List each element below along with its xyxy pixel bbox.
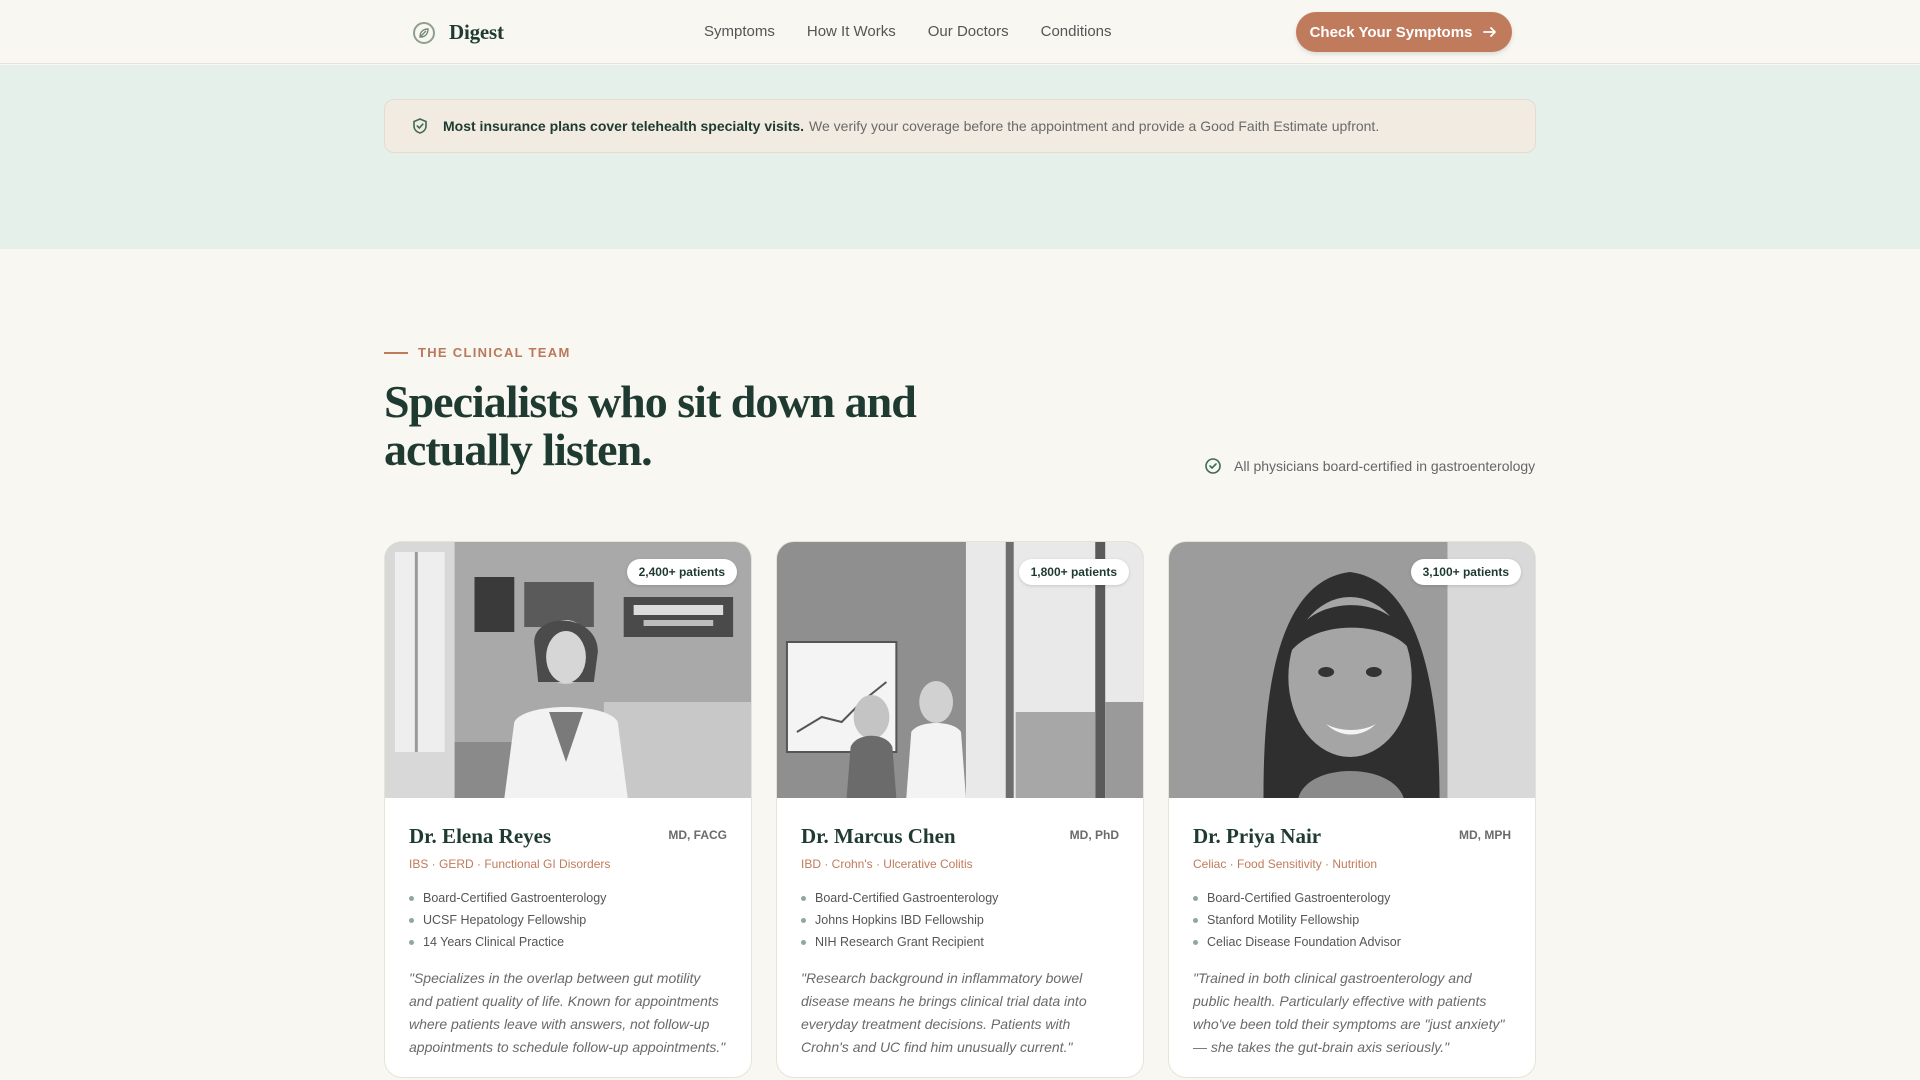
insurance-notice-text: We verify your coverage before the appoi… bbox=[809, 118, 1380, 134]
qualifications-list: Board-Certified Gastroenterology UCSF He… bbox=[409, 887, 727, 953]
bullet-dot bbox=[1193, 939, 1198, 945]
patients-badge: 2,400+ patients bbox=[626, 559, 737, 585]
qualification-text: Johns Hopkins IBD Fellowship bbox=[815, 913, 984, 927]
bullet-dot bbox=[1193, 917, 1198, 923]
qualification-text: Board-Certified Gastroenterology bbox=[815, 891, 999, 905]
eyebrow-text: THE CLINICAL TEAM bbox=[418, 345, 571, 360]
qualification-item: Celiac Disease Foundation Advisor bbox=[1193, 931, 1511, 953]
qualification-item: Stanford Motility Fellowship bbox=[1193, 909, 1511, 931]
doctor-credentials: MD, MPH bbox=[1459, 828, 1511, 842]
bullet-dot bbox=[801, 939, 806, 945]
check-symptoms-button[interactable]: Check Your Symptoms bbox=[1296, 12, 1512, 52]
nav-link-our-doctors[interactable]: Our Doctors bbox=[928, 23, 1009, 40]
doctor-quote: "Specializes in the overlap between gut … bbox=[409, 970, 726, 1055]
nav-link-conditions[interactable]: Conditions bbox=[1041, 23, 1112, 40]
nav-link-how-it-works[interactable]: How It Works bbox=[807, 23, 896, 40]
qualification-text: UCSF Hepatology Fellowship bbox=[423, 913, 587, 927]
doctor-credentials: MD, FACG bbox=[668, 828, 727, 842]
doctor-card[interactable]: 1,800+ patients Dr. Marcus Chen MD, PhD … bbox=[776, 541, 1144, 1078]
insurance-notice: Most insurance plans cover telehealth sp… bbox=[384, 99, 1536, 153]
check-symptoms-label: Check Your Symptoms bbox=[1309, 23, 1473, 41]
doctor-photo: 2,400+ patients bbox=[385, 542, 751, 798]
patients-badge: 3,100+ patients bbox=[1410, 559, 1521, 585]
qualifications-list: Board-Certified Gastroenterology Johns H… bbox=[801, 887, 1119, 953]
nav-link-symptoms[interactable]: Symptoms bbox=[704, 23, 775, 40]
board-certified-note: All physicians board-certified in gastro… bbox=[1204, 457, 1535, 475]
qualification-text: Celiac Disease Foundation Advisor bbox=[1207, 935, 1401, 949]
brand-logo-link[interactable]: Digest bbox=[413, 20, 504, 45]
qualification-item: UCSF Hepatology Fellowship bbox=[409, 909, 727, 931]
bullet-dot bbox=[1193, 895, 1198, 901]
qualification-text: Board-Certified Gastroenterology bbox=[423, 891, 607, 905]
doctor-card[interactable]: 2,400+ patients Dr. Elena Reyes MD, FACG… bbox=[384, 541, 752, 1078]
qualification-item: 14 Years Clinical Practice bbox=[409, 931, 727, 953]
insurance-notice-bold: Most insurance plans cover telehealth sp… bbox=[443, 118, 805, 134]
qualification-item: Board-Certified Gastroenterology bbox=[409, 887, 727, 909]
leaf-logo-icon bbox=[413, 21, 435, 44]
qualification-item: Board-Certified Gastroenterology bbox=[801, 887, 1119, 909]
doctor-quote: "Trained in both clinical gastroenterolo… bbox=[1193, 970, 1505, 1055]
section-eyebrow: THE CLINICAL TEAM bbox=[384, 345, 571, 360]
qualification-item: Johns Hopkins IBD Fellowship bbox=[801, 909, 1119, 931]
bullet-dot bbox=[409, 939, 414, 945]
doctor-quote: "Research background in inflammatory bow… bbox=[801, 970, 1087, 1055]
doctor-specialties: IBD · Crohn's · Ulcerative Colitis bbox=[801, 857, 973, 871]
qualification-text: NIH Research Grant Recipient bbox=[815, 935, 984, 949]
board-certified-text: All physicians board-certified in gastro… bbox=[1234, 458, 1536, 474]
nav-links: Symptoms How It Works Our Doctors Condit… bbox=[704, 23, 1112, 40]
qualification-text: 14 Years Clinical Practice bbox=[423, 935, 565, 949]
bullet-dot bbox=[801, 917, 806, 923]
doctor-specialties: Celiac · Food Sensitivity · Nutrition bbox=[1193, 857, 1378, 871]
doctor-card[interactable]: 3,100+ patients Dr. Priya Nair MD, MPH C… bbox=[1168, 541, 1536, 1078]
section-heading: Specialists who sit down and actually li… bbox=[384, 376, 917, 475]
bullet-dot bbox=[409, 895, 414, 901]
doctor-credentials: MD, PhD bbox=[1069, 828, 1119, 842]
eyebrow-line bbox=[384, 351, 408, 354]
qualification-text: Stanford Motility Fellowship bbox=[1207, 913, 1360, 927]
doctor-specialties: IBS · GERD · Functional GI Disorders bbox=[409, 857, 611, 871]
qualifications-list: Board-Certified Gastroenterology Stanfor… bbox=[1193, 887, 1511, 953]
qualification-item: NIH Research Grant Recipient bbox=[801, 931, 1119, 953]
qualification-item: Board-Certified Gastroenterology bbox=[1193, 887, 1511, 909]
doctor-photo: 1,800+ patients bbox=[777, 542, 1143, 798]
shield-check-icon bbox=[413, 118, 427, 134]
bullet-dot bbox=[409, 917, 414, 923]
qualification-text: Board-Certified Gastroenterology bbox=[1207, 891, 1391, 905]
doctor-photo: 3,100+ patients bbox=[1169, 542, 1535, 798]
arrow-right-icon bbox=[1483, 27, 1497, 37]
check-circle-icon bbox=[1205, 458, 1221, 474]
patients-badge: 1,800+ patients bbox=[1018, 559, 1129, 585]
bullet-dot bbox=[801, 895, 806, 901]
top-nav: Digest Symptoms How It Works Our Doctors… bbox=[0, 0, 1920, 64]
insurance-band bbox=[0, 65, 1920, 249]
brand-name: Digest bbox=[449, 20, 504, 44]
